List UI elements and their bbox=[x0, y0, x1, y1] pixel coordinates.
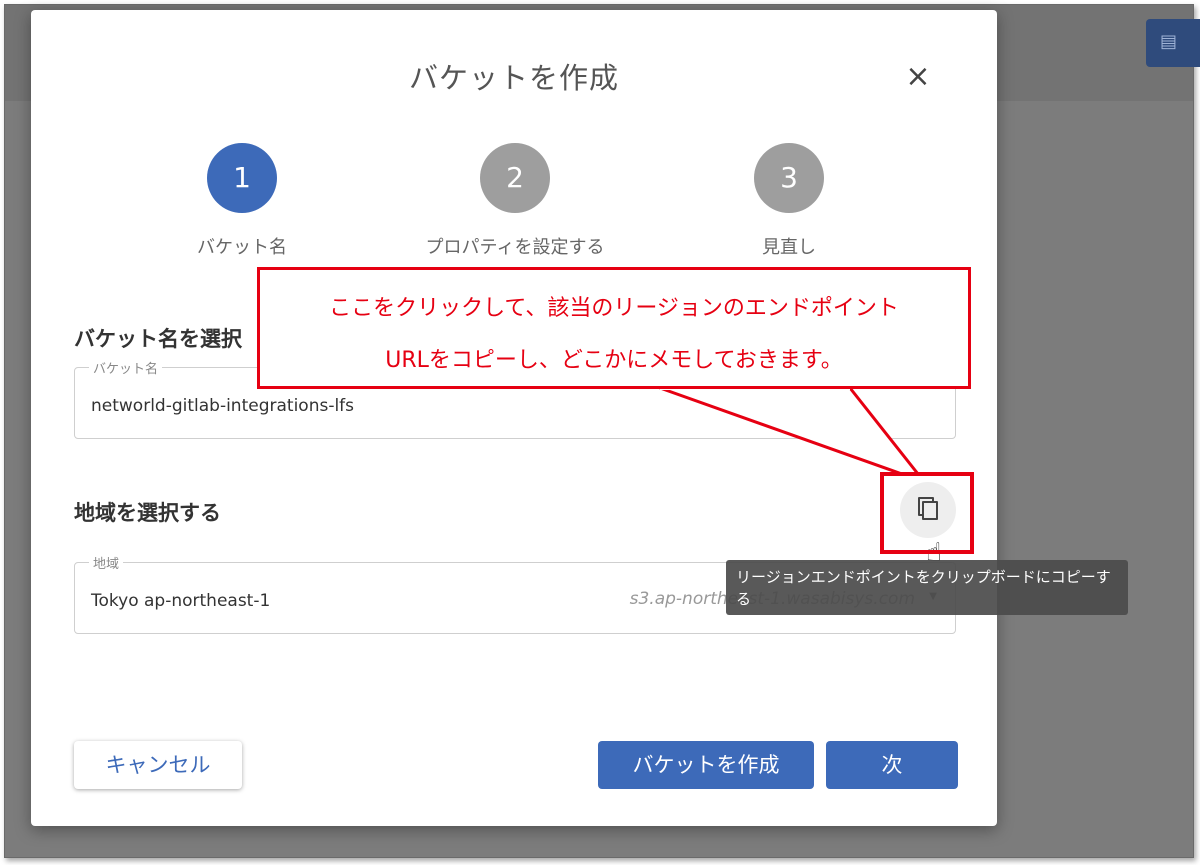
annotation-highlight-box bbox=[880, 472, 974, 554]
callout-pointer bbox=[659, 386, 922, 476]
annotation-callout: ここをクリックして、該当のリージョンのエンドポイント URLをコピーし、どこかに… bbox=[257, 267, 971, 389]
callout-line-1: ここをクリックして、該当のリージョンのエンドポイント bbox=[329, 296, 899, 321]
callout-line-2: URLをコピーし、どこかにメモしておきます。 bbox=[385, 348, 843, 373]
